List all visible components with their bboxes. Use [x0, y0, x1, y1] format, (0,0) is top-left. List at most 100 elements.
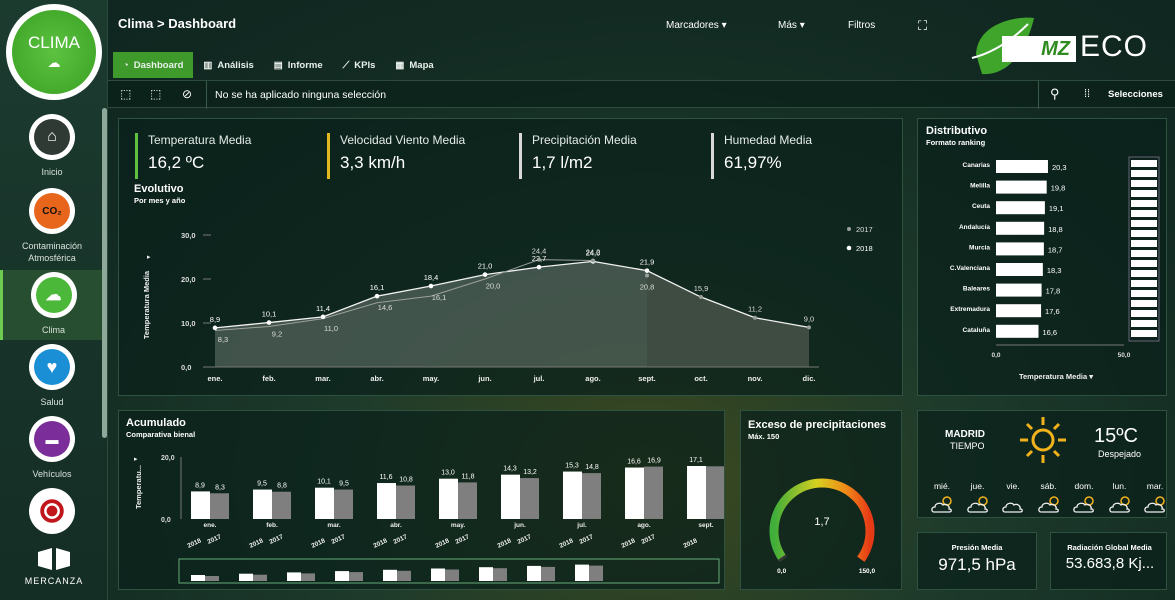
kpi-humedad[interactable]: Humedad Media 61,97% — [711, 133, 812, 179]
home-icon: ⌂ — [34, 119, 70, 155]
x-tick-label: ago. — [585, 374, 600, 383]
selections-icon[interactable]: ⁞⁞ — [1084, 88, 1090, 100]
sidebar-item-salud[interactable]: ♥ Salud — [0, 344, 104, 408]
gauge-icon: ◔ — [123, 59, 129, 71]
value-label-2017: 8,3 — [215, 484, 225, 491]
value-label-2018: 9,5 — [257, 481, 267, 488]
x-tick-label: jul. — [533, 374, 545, 383]
series-tick-2017: 2017 — [516, 533, 532, 546]
value-label-2018: 11,6 — [379, 474, 392, 481]
clear-selections-icon[interactable]: ⊘ — [182, 87, 192, 101]
area-2017 — [647, 270, 809, 367]
mas-menu[interactable]: Más ▾ — [778, 20, 805, 31]
series-tick-2017: 2017 — [206, 533, 222, 546]
sidebar-item-clima[interactable]: ☁ Clima — [0, 270, 104, 340]
legend-marker-2018 — [846, 245, 852, 251]
x-tick-label: jul. — [576, 522, 587, 529]
search-icon[interactable]: ⚲ — [1050, 86, 1060, 102]
mini-bar — [541, 566, 555, 581]
fullscreen-icon[interactable]: ⛶ — [918, 18, 927, 34]
value-label-2017: 13,2 — [523, 469, 537, 476]
mini-bar — [1131, 320, 1157, 327]
chart-subtitle: Formato ranking — [926, 138, 986, 147]
mini-bar — [1131, 210, 1157, 217]
series-tick-2017: 2017 — [330, 533, 346, 546]
mini-bar — [335, 571, 349, 581]
filtros-button[interactable]: Filtros — [848, 20, 875, 31]
distributivo-chart[interactable]: Canarias 20,3 Melilla 19,8 Ceuta 19,1 Andalucí… — [918, 149, 1166, 395]
bar-2017 — [396, 485, 415, 519]
bar — [996, 160, 1048, 173]
sidebar-item-label: Vehículos — [32, 469, 72, 479]
bar-2018 — [625, 467, 644, 519]
kpi-viento[interactable]: Velocidad Viento Media 3,3 km/h — [327, 133, 465, 179]
dropdown-icon: ▸ — [134, 456, 138, 463]
acumulado-chart[interactable]: 20,0 0,0 Temperatu... ▸ 8,9 8,3 ene. 2018 2017 9,… — [119, 441, 724, 589]
sun-icon — [1018, 415, 1068, 470]
tab-dashboard[interactable]: ◔ Dashboard — [113, 52, 194, 78]
data-label-2018: 16,1 — [370, 283, 385, 292]
value-label: 19,8 — [1051, 184, 1066, 193]
presion-label: Presión Media — [951, 543, 1003, 552]
x-tick-label: feb. — [266, 522, 278, 529]
sidebar-item-otros[interactable] — [0, 488, 104, 534]
series-tick-2018: 2018 — [558, 537, 574, 550]
kpi-temperatura[interactable]: Temperatura Media 16,2 ºC — [135, 133, 251, 179]
sidebar-item-inicio[interactable]: ⌂ Inicio — [0, 114, 104, 178]
kpi-value: 3,3 km/h — [340, 153, 406, 172]
x-tick-label: 50,0 — [1118, 352, 1131, 359]
data-point-2017 — [753, 315, 757, 320]
tab-analisis[interactable]: ▥ Análisis — [193, 52, 263, 78]
mini-bar — [287, 572, 301, 581]
gauge-max-label: 150,0 — [859, 568, 876, 575]
mercanza-logo-icon — [36, 548, 72, 570]
bar-2018 — [191, 491, 210, 519]
data-label-2018: 8,9 — [210, 315, 220, 324]
radiacion-value: 53.683,8 Kj... — [1065, 555, 1155, 572]
value-label: 18,3 — [1047, 266, 1062, 275]
precipitacion-gauge[interactable]: 1,7 0,0 150,0 — [741, 451, 901, 589]
data-label-2018: 10,1 — [262, 310, 277, 319]
dropdown-icon: ▸ — [147, 254, 151, 261]
data-point-2017 — [807, 325, 811, 330]
selection-forward-icon[interactable]: ⬚ — [150, 87, 161, 101]
bar-2018 — [253, 489, 272, 519]
mini-bar — [1131, 240, 1157, 247]
tab-kpis[interactable]: ⟋ KPIs — [333, 52, 386, 78]
tab-mapa[interactable]: ▦ Mapa — [385, 52, 443, 78]
bar — [996, 242, 1044, 256]
exceso-header: Exceso de precipitaciones Máx. 150 — [748, 419, 886, 441]
data-label-2017: 8,3 — [218, 335, 228, 344]
sidebar-scrollbar[interactable] — [102, 108, 107, 438]
tab-bar: ◔ Dashboard ▥ Análisis ▤ Informe ⟋ KPIs ▦ Map… — [113, 52, 444, 78]
bar-2017 — [520, 478, 539, 519]
forecast-day-label: mar. — [1146, 481, 1164, 491]
sidebar-item-contaminacion[interactable]: CO₂ Contaminación Atmosférica — [0, 188, 104, 264]
kpi-value: 61,97% — [724, 153, 782, 172]
x-tick-label: mar. — [327, 522, 341, 529]
evolutivo-chart[interactable]: 0,0 10,0 20,0 30,0 Temperatura Media ▸ 8,9 8,3 e… — [119, 215, 902, 395]
printer-icon: ▤ — [273, 59, 283, 71]
presion-panel: Presión Media 971,5 hPa — [917, 532, 1037, 590]
eco-logo: ECO — [1080, 30, 1149, 63]
selection-back-icon[interactable]: ⬚ — [120, 87, 131, 101]
selections-button[interactable]: Selecciones — [1108, 89, 1163, 100]
value-label: 20,3 — [1052, 163, 1067, 172]
mini-bar — [1131, 250, 1157, 257]
data-label-2018: 11,4 — [316, 304, 330, 313]
sidebar-item-vehiculos[interactable]: ▬ Vehículos — [0, 416, 104, 480]
kpi-value: 16,2 ºC — [148, 153, 205, 172]
data-label-2017: 16,1 — [432, 293, 447, 302]
category-label: Melilla — [970, 183, 990, 190]
marcadores-menu[interactable]: Marcadores ▾ — [666, 20, 727, 31]
category-label: C.Valenciana — [950, 265, 990, 272]
tab-informe[interactable]: ▤ Informe — [264, 52, 333, 78]
series-tick-2018: 2018 — [248, 537, 264, 550]
category-label: Canarias — [963, 162, 991, 169]
x-tick-label: ene. — [207, 374, 222, 383]
data-point-2017 — [591, 258, 595, 263]
kpi-precipitacion[interactable]: Precipitación Media 1,7 l/m2 — [519, 133, 637, 179]
divider — [206, 81, 207, 109]
mini-bar — [1131, 200, 1157, 207]
bar-2017 — [458, 482, 477, 519]
